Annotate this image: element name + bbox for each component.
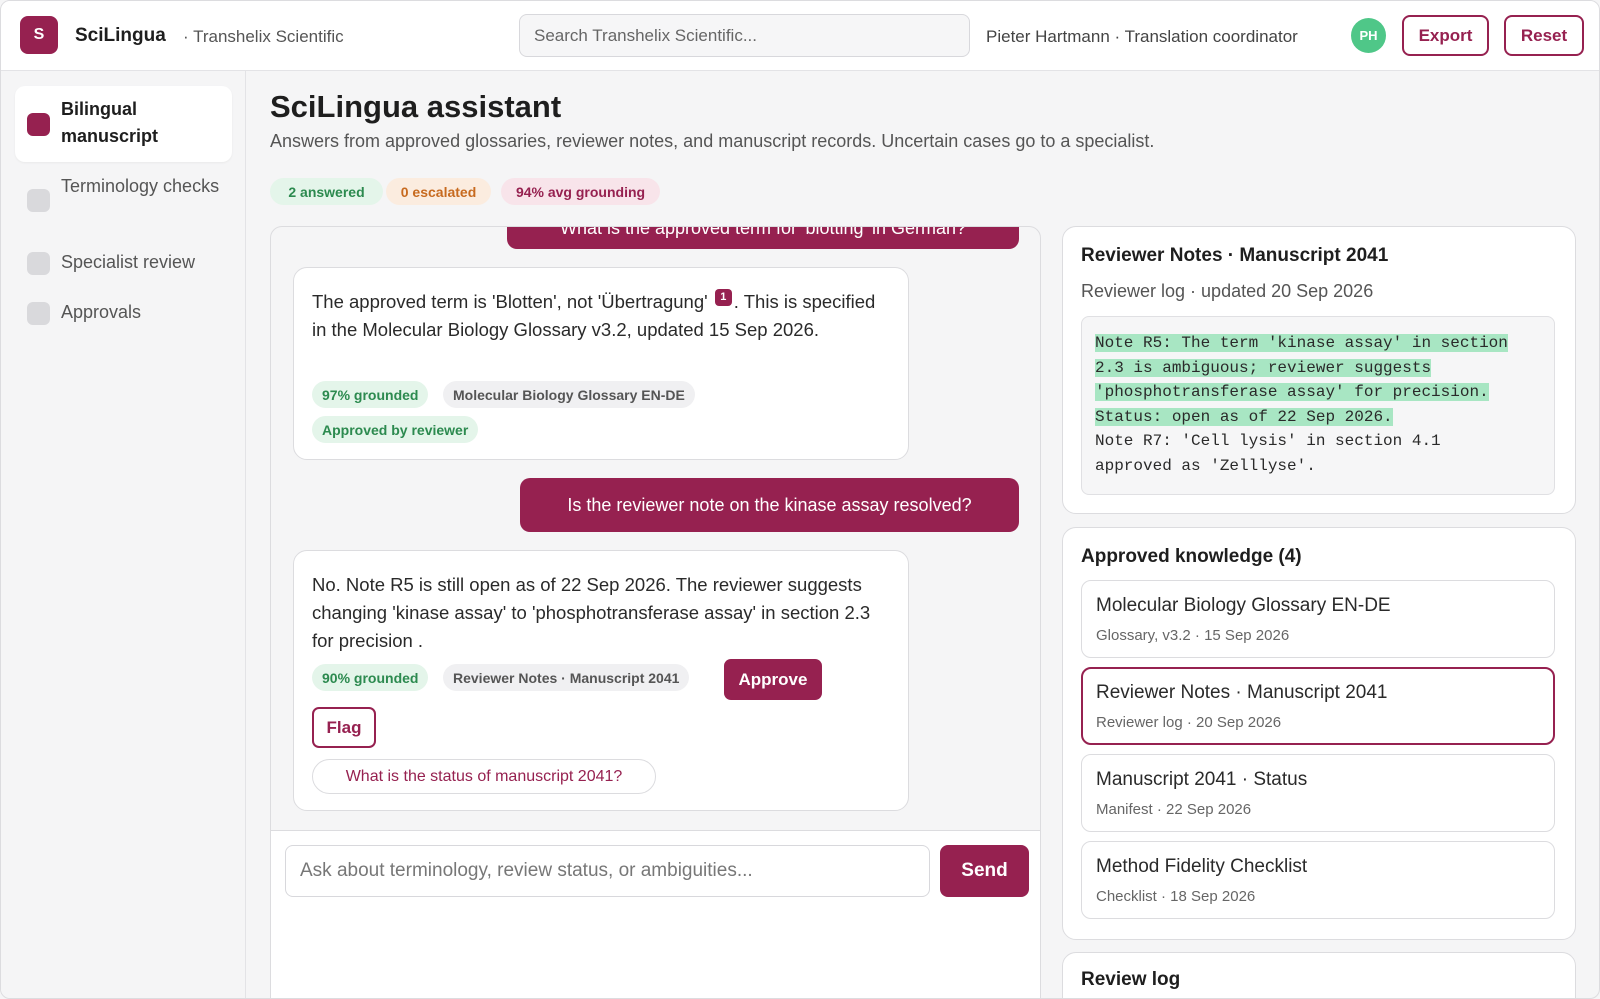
- app-logo: S: [20, 16, 58, 54]
- review-log-card: Review log: [1062, 952, 1576, 998]
- terminology-checks-icon: [27, 189, 50, 212]
- suggested-followup-chip[interactable]: What is the status of manuscript 2041?: [312, 759, 656, 794]
- assistant-message-text: The approved term is 'Blotten', not 'Übe…: [312, 288, 882, 344]
- sidebar-item-bilingual-manuscript[interactable]: Bilingual manuscript: [15, 86, 232, 162]
- knowledge-item-meta: Glossary, v3.2 · 15 Sep 2026: [1096, 627, 1290, 644]
- knowledge-item-title: Reviewer Notes · Manuscript 2041: [1096, 682, 1388, 703]
- sidebar-item-label: Specialist review: [61, 252, 196, 272]
- excerpt-line: approved as 'Zelllyse'.: [1095, 456, 1316, 475]
- escalated-count-badge: 0 escalated: [386, 178, 491, 205]
- knowledge-item-title: Molecular Biology Glossary EN-DE: [1096, 595, 1391, 616]
- source-preview-card: Reviewer Notes · Manuscript 2041 Reviewe…: [1062, 226, 1576, 514]
- message-composer: Send: [271, 830, 1040, 998]
- knowledge-item-title: Manuscript 2041 · Status: [1096, 769, 1308, 790]
- flag-button[interactable]: Flag: [312, 707, 376, 748]
- knowledge-item[interactable]: Molecular Biology Glossary EN-DE Glossar…: [1081, 580, 1555, 658]
- chat-panel: What is the approved term for 'blotting'…: [270, 226, 1041, 998]
- sidebar-item-specialist-review[interactable]: Specialist review: [15, 245, 232, 281]
- sidebar-item-label: Terminology checks: [61, 176, 220, 196]
- source-tag[interactable]: Molecular Biology Glossary EN-DE: [443, 381, 695, 408]
- user-message: What is the approved term for 'blotting'…: [507, 226, 1019, 249]
- send-button[interactable]: Send: [940, 845, 1029, 897]
- source-tag[interactable]: Reviewer Notes · Manuscript 2041: [443, 664, 690, 691]
- user-message-text: Is the reviewer note on the kinase assay…: [567, 494, 972, 515]
- assistant-message: No. Note R5 is still open as of 22 Sep 2…: [293, 550, 909, 811]
- citation-marker[interactable]: 1: [714, 289, 732, 306]
- knowledge-item-meta: Reviewer log · 20 Sep 2026: [1096, 714, 1282, 731]
- review-log-title: Review log: [1081, 969, 1181, 990]
- excerpt-line: Note R7: 'Cell lysis' in section 4.1: [1095, 432, 1441, 450]
- knowledge-item-meta: Manifest · 22 Sep 2026: [1096, 801, 1252, 818]
- knowledge-item[interactable]: Manuscript 2041 · Status Manifest · 22 S…: [1081, 754, 1555, 832]
- organization-name: · Transhelix Scientific: [183, 27, 344, 46]
- approve-button[interactable]: Approve: [724, 659, 822, 700]
- sidebar-item-approvals[interactable]: Approvals: [15, 295, 232, 331]
- sidebar-item-label: Bilingual manuscript: [61, 99, 159, 146]
- sidebar-nav: Bilingual manuscript Terminology checks …: [1, 71, 246, 998]
- answer-text: The approved term is 'Blotten', not 'Übe…: [312, 291, 708, 312]
- specialist-review-icon: [27, 252, 50, 275]
- source-excerpt: Note R5: The term 'kinase assay' in sect…: [1081, 316, 1555, 495]
- page-title: SciLingua assistant: [270, 89, 562, 124]
- source-preview-subtitle: Reviewer log · updated 20 Sep 2026: [1081, 281, 1374, 301]
- answered-count-badge: 2 answered: [270, 178, 383, 205]
- highlighted-excerpt-line: Status: open as of 22 Sep 2026.: [1095, 407, 1393, 426]
- grounding-tag: 90% grounded: [312, 664, 429, 691]
- top-bar: S SciLingua · Transhelix Scientific Piet…: [1, 1, 1599, 71]
- highlighted-excerpt-line: 'phosphotransferase assay' for precision…: [1095, 383, 1489, 401]
- grounding-badge: 94% avg grounding: [501, 178, 660, 205]
- user-avatar[interactable]: PH: [1351, 18, 1386, 53]
- approval-status-tag: Approved by reviewer: [312, 416, 479, 443]
- current-user: Pieter Hartmann · Translation coordinato…: [986, 27, 1298, 46]
- highlighted-excerpt-line: 2.3 is ambiguous; reviewer suggests: [1095, 358, 1432, 377]
- grounding-tag: 97% grounded: [312, 381, 429, 408]
- knowledge-item-title: Method Fidelity Checklist: [1096, 856, 1308, 877]
- sidebar-item-terminology-checks[interactable]: Terminology checks: [15, 171, 232, 231]
- approved-knowledge-title: Approved knowledge (4): [1081, 546, 1302, 567]
- brand-name: SciLingua: [75, 25, 166, 46]
- sidebar-item-label: Approvals: [61, 302, 142, 322]
- user-message: Is the reviewer note on the kinase assay…: [520, 478, 1019, 532]
- reset-button[interactable]: Reset: [1504, 15, 1584, 56]
- source-preview-title: Reviewer Notes · Manuscript 2041: [1081, 245, 1389, 266]
- approvals-icon: [27, 302, 50, 325]
- assistant-message: The approved term is 'Blotten', not 'Übe…: [293, 267, 909, 460]
- export-button[interactable]: Export: [1402, 15, 1489, 56]
- user-message-text: What is the approved term for 'blotting'…: [559, 226, 967, 238]
- page-subtitle: Answers from approved glossaries, review…: [270, 131, 1155, 151]
- approved-knowledge-card: Approved knowledge (4) Molecular Biology…: [1062, 527, 1576, 940]
- assistant-message-text: No. Note R5 is still open as of 22 Sep 2…: [312, 574, 871, 651]
- bilingual-manuscript-icon: [27, 113, 50, 136]
- knowledge-item-meta: Checklist · 18 Sep 2026: [1096, 888, 1256, 905]
- ask-input[interactable]: [285, 845, 930, 897]
- highlighted-excerpt-line: Note R5: The term 'kinase assay' in sect…: [1095, 334, 1508, 352]
- app-window: S SciLingua · Transhelix Scientific Piet…: [0, 0, 1600, 999]
- knowledge-item[interactable]: Method Fidelity Checklist Checklist · 18…: [1081, 841, 1555, 919]
- global-search-input[interactable]: [519, 14, 970, 57]
- knowledge-item-selected[interactable]: Reviewer Notes · Manuscript 2041 Reviewe…: [1081, 667, 1555, 745]
